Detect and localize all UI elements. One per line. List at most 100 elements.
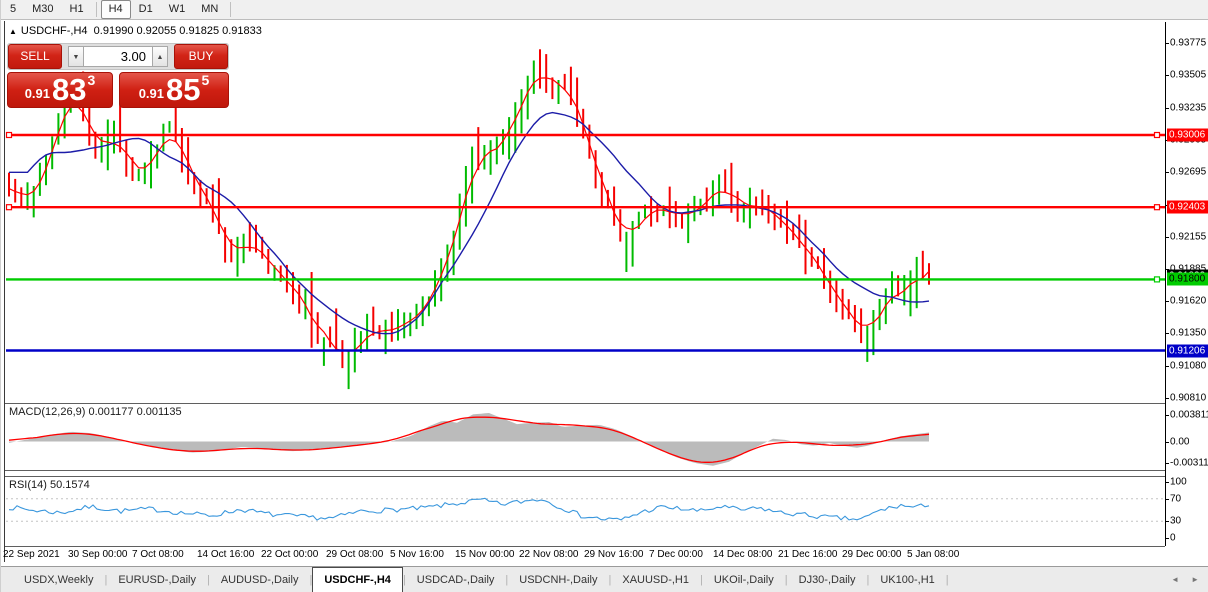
tab-usdchf-h4[interactable]: USDCHF-,H4 <box>312 567 403 592</box>
sell-button[interactable]: SELL <box>8 44 62 69</box>
tab-usdcnh-daily[interactable]: USDCNH-,Daily <box>508 567 608 592</box>
axis-tick-mark <box>1165 301 1169 302</box>
axis-tick-mark <box>1165 463 1169 464</box>
line-price-label-0.93006: 0.93006 <box>1167 129 1208 142</box>
time-tick-label: 29 Nov 16:00 <box>584 549 644 560</box>
axis-tick-mark <box>1165 237 1169 238</box>
time-tick-label: 5 Nov 16:00 <box>390 549 444 560</box>
timeframe-m30[interactable]: M30 <box>24 0 61 19</box>
time-tick-label: 22 Nov 08:00 <box>519 549 579 560</box>
axis-tick-mark <box>1165 521 1169 522</box>
rsi-top-separator <box>5 476 1165 477</box>
time-tick-label: 14 Oct 16:00 <box>197 549 254 560</box>
tab-uk100-h1[interactable]: UK100-,H1 <box>869 567 945 592</box>
time-tick-label: 7 Dec 00:00 <box>649 549 703 560</box>
ma-fast-line <box>9 78 929 351</box>
axis-tick-label: 0.91080 <box>1170 360 1206 371</box>
line-handle[interactable] <box>1155 277 1160 282</box>
chart-symbol: USDCHF-,H4 <box>21 25 88 37</box>
mt4-window: 5M30H1 H4D1W1MN 0.93775 0.93505 0.93235 0.92… <box>0 0 1208 592</box>
volume-increment-button[interactable]: ▲ <box>152 46 168 67</box>
timeframe-h4[interactable]: H4 <box>101 0 131 19</box>
time-tick-label: 21 Dec 16:00 <box>778 549 838 560</box>
axis-tick-label: -0.003115 <box>1170 458 1208 469</box>
buy-button[interactable]: BUY <box>174 44 228 69</box>
axis-tick-label: 30 <box>1170 516 1181 527</box>
axis-tick-mark <box>1165 538 1169 539</box>
macd-bottom-separator[interactable] <box>5 470 1165 471</box>
time-tick-label: 29 Dec 00:00 <box>842 549 902 560</box>
line-handle[interactable] <box>1155 205 1160 210</box>
tab-scroll-arrows: ◄ ► <box>1171 566 1199 592</box>
volume-input[interactable] <box>84 46 152 67</box>
tab-separator: | <box>946 574 949 586</box>
tab-usdx-weekly[interactable]: USDX,Weekly <box>13 567 104 592</box>
timeframe-mn[interactable]: MN <box>193 0 226 19</box>
chart-tab-bar: USDX,Weekly|EURUSD-,Daily|AUDUSD-,Daily|… <box>1 566 1208 592</box>
chart-title: ▲ USDCHF-,H4 0.91990 0.92055 0.91825 0.91… <box>9 25 262 37</box>
axis-tick-label: 70 <box>1170 493 1181 504</box>
rsi-chart-canvas[interactable] <box>1 477 1167 546</box>
axis-tick-label: 0.003811 <box>1170 410 1208 421</box>
axis-tick-label: 100 <box>1170 477 1187 488</box>
axis-tick-mark <box>1165 172 1169 173</box>
axis-tick-label: 0.00 <box>1170 436 1189 447</box>
ma-slow-line <box>9 113 929 334</box>
time-tick-label: 15 Nov 00:00 <box>455 549 515 560</box>
price-axis-line <box>1165 22 1166 546</box>
axis-tick-mark <box>1165 398 1169 399</box>
collapse-arrow-icon[interactable]: ▲ <box>9 27 17 36</box>
buy-price-prefix: 0.91 <box>139 86 164 101</box>
tab-ukoil-daily[interactable]: UKOil-,Daily <box>703 567 785 592</box>
axis-tick-mark <box>1165 366 1169 367</box>
tab-usdcad-daily[interactable]: USDCAD-,Daily <box>406 567 506 592</box>
axis-tick-label: 0.91620 <box>1170 296 1206 307</box>
axis-tick-mark <box>1165 482 1169 483</box>
axis-tick-label: 0.93775 <box>1170 38 1206 49</box>
timeframe-d1[interactable]: D1 <box>131 0 161 19</box>
time-tick-label: 14 Dec 08:00 <box>713 549 773 560</box>
tab-eurusd-daily[interactable]: EURUSD-,Daily <box>107 567 207 592</box>
timeframe-w1[interactable]: W1 <box>161 0 194 19</box>
time-tick-label: 22 Oct 00:00 <box>261 549 318 560</box>
buy-price-box[interactable]: 0.91 85 5 <box>119 72 229 108</box>
line-handle[interactable] <box>7 205 12 210</box>
tab-audusd-daily[interactable]: AUDUSD-,Daily <box>210 567 310 592</box>
line-price-label-0.91800: 0.91800 <box>1167 273 1208 286</box>
axis-tick-mark <box>1165 75 1169 76</box>
axis-tick-mark <box>1165 499 1169 500</box>
tab-scroll-left-icon[interactable]: ◄ <box>1171 575 1179 584</box>
main-macd-separator[interactable] <box>5 403 1165 404</box>
tab-scroll-right-icon[interactable]: ► <box>1191 575 1199 584</box>
axis-tick-label: 0.93235 <box>1170 102 1206 113</box>
sell-price-box[interactable]: 0.91 83 3 <box>7 72 113 108</box>
time-tick-label: 7 Oct 08:00 <box>132 549 184 560</box>
tab-dj30-daily[interactable]: DJ30-,Daily <box>788 567 867 592</box>
line-handle[interactable] <box>1155 133 1160 138</box>
time-tick-label: 22 Sep 2021 <box>3 549 60 560</box>
macd-label: MACD(12,26,9) 0.001177 0.001135 <box>9 406 182 418</box>
axis-tick-label: 0.93505 <box>1170 70 1206 81</box>
axis-tick-label: 0.90810 <box>1170 392 1206 403</box>
timeframe-h1[interactable]: H1 <box>62 0 92 19</box>
rsi-line <box>9 498 929 520</box>
axis-tick-label: 0 <box>1170 533 1176 544</box>
toolbar-separator <box>96 2 97 17</box>
axis-tick-label: 0.92155 <box>1170 231 1206 242</box>
macd-histogram <box>9 413 929 466</box>
one-click-trading-panel: SELL ▼ ▲ BUY 0.91 83 3 0.91 85 5 <box>7 43 229 108</box>
axis-tick-label: 0.92695 <box>1170 167 1206 178</box>
tab-xauusd-h1[interactable]: XAUUSD-,H1 <box>611 567 700 592</box>
axis-tick-mark <box>1165 442 1169 443</box>
axis-tick-mark <box>1165 108 1169 109</box>
rsi-label: RSI(14) 50.1574 <box>9 479 90 491</box>
rsi-bottom-separator <box>5 546 1165 547</box>
line-handle[interactable] <box>7 133 12 138</box>
toolbar-separator <box>230 2 231 17</box>
time-tick-label: 5 Jan 08:00 <box>907 549 959 560</box>
volume-decrement-button[interactable]: ▼ <box>68 46 84 67</box>
chart-ohlc-values: 0.91990 0.92055 0.91825 0.91833 <box>94 25 262 37</box>
sell-price-sup: 3 <box>88 72 96 88</box>
timeframe-5[interactable]: 5 <box>2 0 24 19</box>
time-tick-label: 29 Oct 08:00 <box>326 549 383 560</box>
